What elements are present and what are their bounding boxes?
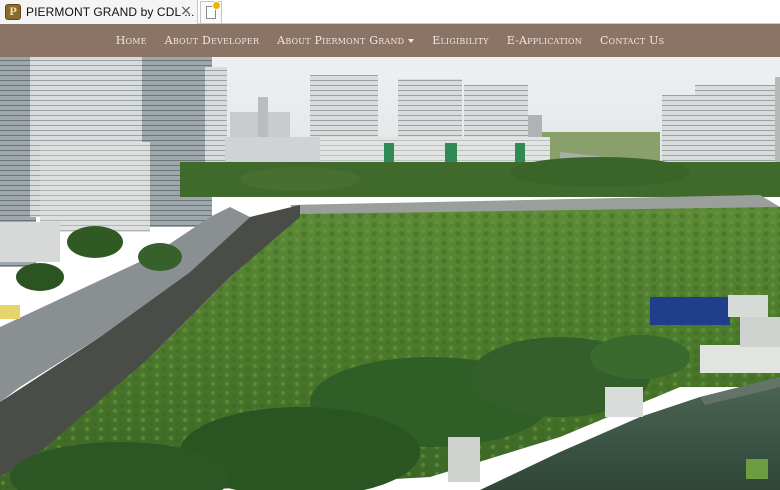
nav-item-home[interactable]: Home <box>107 34 156 47</box>
tab-title: PIERMONT GRAND by CDL ... <box>26 5 195 19</box>
nav-item-eligibility[interactable]: Eligibility <box>423 34 497 47</box>
browser-tab-strip: P PIERMONT GRAND by CDL ... × <box>0 0 780 24</box>
browser-tab[interactable]: P PIERMONT GRAND by CDL ... × <box>0 0 198 24</box>
new-tab-button[interactable] <box>200 1 222 23</box>
nav-menu: Home About Developer About Piermont Gran… <box>0 24 780 57</box>
nav-item-label: About Developer <box>164 34 260 47</box>
new-tab-icon <box>206 2 220 19</box>
nav-item-label: E-Application <box>506 34 582 47</box>
favicon-letter: P <box>9 6 17 18</box>
hero-site-photo <box>0 57 780 490</box>
chevron-down-icon <box>408 39 415 43</box>
nav-item-contact-us[interactable]: Contact Us <box>591 34 673 47</box>
nav-item-label: Home <box>115 34 147 47</box>
nav-item-e-application[interactable]: E-Application <box>498 34 591 47</box>
site-navigation: Home About Developer About Piermont Gran… <box>0 24 780 57</box>
new-tab-sparkle-icon <box>213 2 220 9</box>
close-icon[interactable]: × <box>179 3 193 19</box>
nav-item-label: Eligibility <box>432 34 489 47</box>
canal-platform <box>605 387 643 417</box>
hero-photo-illustration <box>0 57 780 490</box>
nav-item-about-developer[interactable]: About Developer <box>156 34 269 47</box>
nav-item-label: Contact Us <box>599 34 665 47</box>
nav-item-label: About Piermont Grand <box>277 34 405 47</box>
site-favicon-icon: P <box>5 4 21 20</box>
nav-item-about-piermont-grand[interactable]: About Piermont Grand <box>268 34 423 47</box>
blue-hoarding <box>650 297 730 325</box>
